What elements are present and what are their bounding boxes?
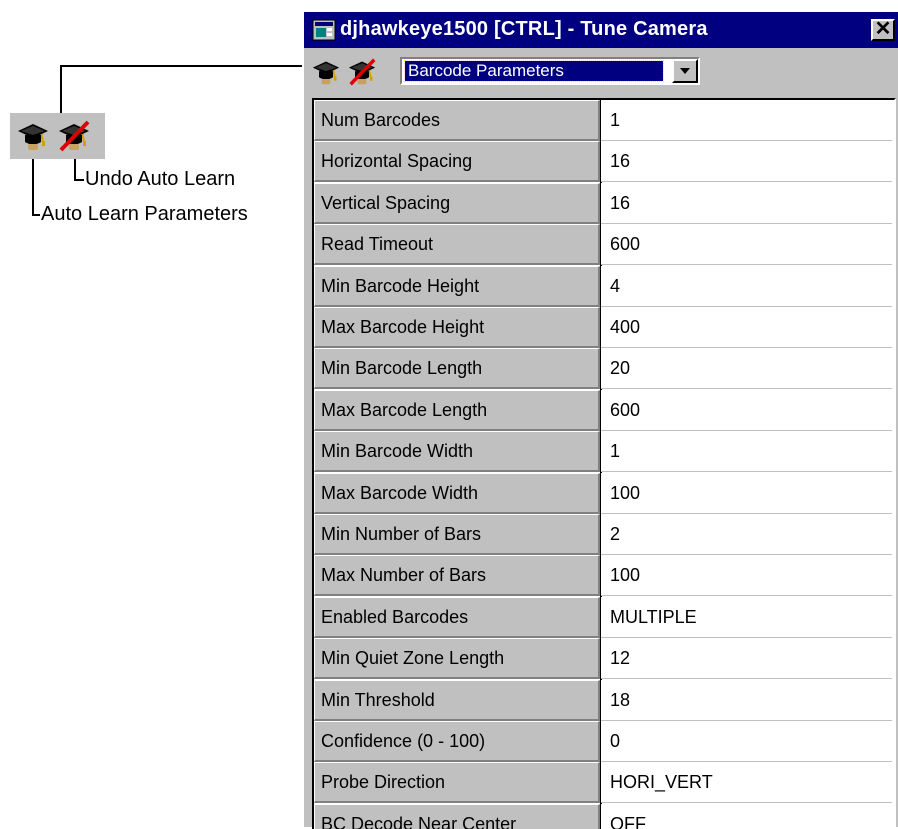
table-row: Max Barcode Height 400	[314, 307, 892, 348]
close-icon: ✕	[874, 18, 892, 40]
parameter-value[interactable]: 16	[601, 182, 892, 224]
parameter-value[interactable]: 18	[601, 679, 892, 721]
parameter-name[interactable]: Min Barcode Length	[314, 348, 600, 390]
table-row: Max Barcode Width 100	[314, 472, 892, 514]
connector-line	[60, 65, 62, 113]
parameter-value[interactable]: 4	[601, 265, 892, 307]
parameter-value[interactable]: 20	[601, 348, 892, 390]
app-icon	[312, 19, 336, 41]
parameter-grid: Num Barcodes 1 Horizontal Spacing 16 Vertica…	[312, 98, 896, 829]
parameter-value[interactable]: 600	[601, 389, 892, 431]
table-row: Confidence (0 - 100) 0	[314, 721, 892, 762]
parameter-name[interactable]: Confidence (0 - 100)	[314, 721, 600, 762]
auto-learn-parameters-label: Auto Learn Parameters	[41, 203, 248, 225]
graduation-cap-icon	[17, 123, 49, 151]
table-row: Min Quiet Zone Length 12	[314, 638, 892, 680]
parameter-name[interactable]: Horizontal Spacing	[314, 141, 600, 183]
parameter-value[interactable]: 16	[601, 141, 892, 183]
parameter-value[interactable]: 400	[601, 307, 892, 348]
parameter-value[interactable]: HORI_VERT	[601, 762, 892, 804]
table-row: Min Barcode Height 4	[314, 265, 892, 307]
callout-toolbar-excerpt	[10, 113, 105, 159]
auto-learn-button[interactable]	[312, 58, 340, 86]
parameter-group-value: Barcode Parameters	[404, 60, 664, 82]
table-row: Min Number of Bars 2	[314, 514, 892, 555]
parameter-value[interactable]: 0	[601, 721, 892, 762]
parameter-value[interactable]: OFF	[601, 803, 892, 829]
table-row: Num Barcodes 1	[314, 100, 892, 141]
table-row: BC Decode Near Center OFF	[314, 803, 892, 829]
table-row: Min Threshold 18	[314, 679, 892, 721]
parameter-name[interactable]: Min Barcode Height	[314, 265, 600, 307]
toolbar: Barcode Parameters	[304, 48, 898, 96]
dropdown-button[interactable]	[672, 59, 698, 83]
parameter-value[interactable]: 2	[601, 514, 892, 555]
undo-auto-learn-label: Undo Auto Learn	[85, 168, 236, 190]
parameter-value[interactable]: 12	[601, 638, 892, 680]
parameter-name[interactable]: Vertical Spacing	[314, 182, 600, 224]
title-bar[interactable]: djhawkeye1500 [CTRL] - Tune Camera ✕	[304, 12, 898, 48]
graduation-cap-crossed-icon	[58, 120, 90, 152]
parameter-group-select[interactable]: Barcode Parameters	[400, 57, 700, 85]
undo-auto-learn-button[interactable]	[348, 58, 376, 86]
parameter-name[interactable]: Max Barcode Width	[314, 472, 600, 514]
parameter-value[interactable]: 100	[601, 555, 892, 597]
parameter-name[interactable]: Min Number of Bars	[314, 514, 600, 555]
connector-line	[32, 159, 34, 216]
table-row: Enabled Barcodes MULTIPLE	[314, 596, 892, 638]
parameter-name[interactable]: Max Barcode Length	[314, 389, 600, 431]
parameter-name[interactable]: BC Decode Near Center	[314, 803, 600, 829]
parameter-name[interactable]: Probe Direction	[314, 762, 600, 804]
parameter-name[interactable]: Min Barcode Width	[314, 431, 600, 473]
parameter-value[interactable]: 1	[601, 100, 892, 141]
table-row: Horizontal Spacing 16	[314, 141, 892, 183]
parameter-name[interactable]: Enabled Barcodes	[314, 596, 600, 638]
parameter-name[interactable]: Max Barcode Height	[314, 307, 600, 348]
parameter-name[interactable]: Read Timeout	[314, 224, 600, 266]
chevron-down-icon	[680, 68, 690, 74]
parameter-value[interactable]: 1	[601, 431, 892, 473]
parameter-value[interactable]: MULTIPLE	[601, 596, 892, 638]
parameter-value[interactable]: 600	[601, 224, 892, 266]
table-row: Min Barcode Length 20	[314, 348, 892, 390]
tune-camera-window: djhawkeye1500 [CTRL] - Tune Camera ✕ Bar…	[302, 12, 898, 829]
connector-line	[74, 159, 76, 181]
table-row: Vertical Spacing 16	[314, 182, 892, 224]
connector-line	[74, 179, 84, 181]
parameter-value[interactable]: 100	[601, 472, 892, 514]
close-button[interactable]: ✕	[871, 19, 895, 41]
table-row: Read Timeout 600	[314, 224, 892, 266]
table-row: Max Barcode Length 600	[314, 389, 892, 431]
connector-line	[60, 65, 313, 67]
parameter-name[interactable]: Max Number of Bars	[314, 555, 600, 597]
parameter-name[interactable]: Num Barcodes	[314, 100, 600, 141]
connector-line	[32, 214, 40, 216]
table-row: Min Barcode Width 1	[314, 431, 892, 473]
window-title: djhawkeye1500 [CTRL] - Tune Camera	[340, 18, 708, 40]
parameter-name[interactable]: Min Threshold	[314, 679, 600, 721]
table-row: Max Number of Bars 100	[314, 555, 892, 597]
table-row: Probe Direction HORI_VERT	[314, 762, 892, 804]
parameter-name[interactable]: Min Quiet Zone Length	[314, 638, 600, 680]
